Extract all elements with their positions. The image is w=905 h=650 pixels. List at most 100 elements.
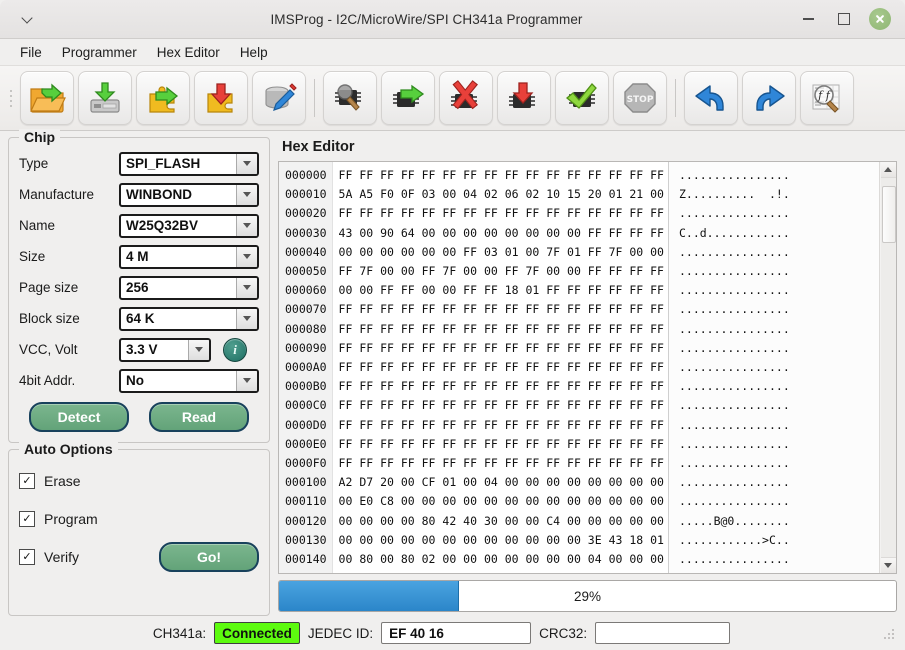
hex-editor-view[interactable]: 000000 000010 000020 000030 000040 000050 0000… (278, 161, 897, 574)
chip-vcc-select[interactable]: 3.3 V (119, 337, 211, 362)
export-button[interactable] (194, 71, 248, 125)
hex-byte-row[interactable]: 00 00 00 00 80 42 40 30 00 00 C4 00 00 0… (339, 512, 664, 531)
hex-ascii-row[interactable]: ................ (679, 166, 879, 185)
read-chip-button[interactable] (381, 71, 435, 125)
hex-ascii-column[interactable]: ................ Z.......... .!..........… (668, 162, 879, 573)
edit-buffer-button[interactable] (252, 71, 306, 125)
hex-byte-row[interactable]: FF 7F 00 00 FF 7F 00 00 FF 7F 00 00 FF F… (339, 262, 664, 281)
program-checkbox[interactable]: ✓ (19, 511, 35, 527)
redo-button[interactable] (742, 71, 796, 125)
hex-byte-row[interactable]: FF FF FF FF FF FF FF FF FF FF FF FF FF F… (339, 435, 664, 454)
hex-ascii-row[interactable]: ................ (679, 569, 879, 573)
chip-4bit-addr-label: 4bit Addr. (19, 373, 76, 388)
menu-help[interactable]: Help (230, 42, 278, 63)
hex-ascii-row[interactable]: .....B@0........ (679, 512, 879, 531)
hex-ascii-row[interactable]: ................ (679, 396, 879, 415)
auto-option-program[interactable]: ✓ Program (19, 500, 259, 538)
verify-chip-button[interactable] (555, 71, 609, 125)
minimize-button[interactable] (797, 8, 819, 30)
chip-manufacture-select[interactable]: WINBOND (119, 182, 259, 207)
hex-ascii-row[interactable]: ................ (679, 473, 879, 492)
toolbar-grip[interactable] (4, 83, 18, 113)
hex-byte-row[interactable]: FF FF FF FF FF FF FF FF FF FF FF FF FF F… (339, 339, 664, 358)
jedec-id-field[interactable]: EF 40 16 (381, 622, 532, 644)
chip-name-select[interactable]: W25Q32BV (119, 213, 259, 238)
chip-type-select[interactable]: SPI_FLASH (119, 151, 259, 176)
menu-programmer[interactable]: Programmer (52, 42, 147, 63)
hex-ascii-row[interactable]: ................ (679, 454, 879, 473)
open-file-button[interactable] (20, 71, 74, 125)
chip-4bit-addr-select[interactable]: No (119, 368, 259, 393)
hex-ascii-row[interactable]: ................ (679, 339, 879, 358)
hex-byte-row[interactable]: 00 80 00 80 02 00 00 00 00 00 00 00 04 0… (339, 550, 664, 569)
scrollbar-track[interactable] (880, 178, 896, 557)
hex-byte-row[interactable]: FF FF FF FF FF FF FF FF FF FF FF FF FF F… (339, 396, 664, 415)
hex-ascii-row[interactable]: ............>C.. (679, 531, 879, 550)
detect-chip-button[interactable] (323, 71, 377, 125)
chip-size-select[interactable]: 4 M (119, 244, 259, 269)
hex-ascii-row[interactable]: ................ (679, 320, 879, 339)
hex-byte-row[interactable]: 00 00 00 00 00 00 FF 03 01 00 7F 01 FF 7… (339, 243, 664, 262)
close-button[interactable] (869, 8, 891, 30)
erase-checkbox[interactable]: ✓ (19, 473, 35, 489)
program-label: Program (44, 511, 98, 527)
hex-byte-row[interactable]: FF FF FF FF FF FF FF FF FF FF FF FF FF F… (339, 204, 664, 223)
hex-byte-row[interactable]: FF FF FF FF FF FF FF FF FF FF FF FF FF F… (339, 454, 664, 473)
find-button[interactable]: f f (800, 71, 854, 125)
hex-byte-row[interactable]: 00 00 00 00 00 00 00 00 00 00 00 00 3E 4… (339, 531, 664, 550)
hex-byte-row[interactable]: 00 00 00 00 FF FF FF FF FF FF FF FF FF F… (339, 569, 664, 573)
hex-byte-row[interactable]: FF FF FF FF FF FF FF FF FF FF FF FF FF F… (339, 166, 664, 185)
erase-chip-button[interactable] (439, 71, 493, 125)
hex-ascii-row[interactable]: ................ (679, 550, 879, 569)
menu-hex-editor[interactable]: Hex Editor (147, 42, 230, 63)
hex-ascii-row[interactable]: ................ (679, 204, 879, 223)
hex-byte-row[interactable]: A2 D7 20 00 CF 01 00 04 00 00 00 00 00 0… (339, 473, 664, 492)
hex-ascii-row[interactable]: ................ (679, 435, 879, 454)
scroll-down-button[interactable] (880, 557, 896, 573)
chip-block-size-select[interactable]: 64 K (119, 306, 259, 331)
hex-ascii-row[interactable]: ................ (679, 243, 879, 262)
hex-byte-row[interactable]: 43 00 90 64 00 00 00 00 00 00 00 00 FF F… (339, 224, 664, 243)
hex-byte-row[interactable]: FF FF FF FF FF FF FF FF FF FF FF FF FF F… (339, 377, 664, 396)
verify-checkbox[interactable]: ✓ (19, 549, 35, 565)
hex-ascii-row[interactable]: ................ (679, 377, 879, 396)
stop-button[interactable]: STOP (613, 71, 667, 125)
hex-ascii-row[interactable]: ................ (679, 492, 879, 511)
hex-ascii-row[interactable]: C..d............ (679, 224, 879, 243)
chip-page-size-select[interactable]: 256 (119, 275, 259, 300)
undo-button[interactable] (684, 71, 738, 125)
redo-icon (756, 85, 785, 111)
window-menu-button[interactable] (0, 13, 56, 25)
scroll-up-button[interactable] (880, 162, 896, 178)
hex-byte-row[interactable]: FF FF FF FF FF FF FF FF FF FF FF FF FF F… (339, 358, 664, 377)
info-icon[interactable]: i (223, 337, 247, 362)
hex-ascii-row[interactable]: ................ (679, 300, 879, 319)
save-file-button[interactable] (78, 71, 132, 125)
hex-byte-row[interactable]: 5A A5 F0 0F 03 00 04 02 06 02 10 15 20 0… (339, 185, 664, 204)
hex-byte-row[interactable]: FF FF FF FF FF FF FF FF FF FF FF FF FF F… (339, 320, 664, 339)
hex-ascii-row[interactable]: ................ (679, 358, 879, 377)
go-button[interactable]: Go! (159, 542, 259, 572)
auto-option-erase[interactable]: ✓ Erase (19, 462, 259, 500)
scrollbar-thumb[interactable] (881, 185, 896, 243)
maximize-button[interactable] (833, 8, 855, 30)
left-panel: Chip Type SPI_FLASH Manufacture WINBOND (8, 129, 270, 616)
hex-byte-row[interactable]: 00 00 FF FF 00 00 FF FF 18 01 FF FF FF F… (339, 281, 664, 300)
hex-byte-row[interactable]: FF FF FF FF FF FF FF FF FF FF FF FF FF F… (339, 300, 664, 319)
hex-ascii-row[interactable]: ................ (679, 416, 879, 435)
detect-button[interactable]: Detect (29, 402, 129, 432)
write-chip-button[interactable] (497, 71, 551, 125)
chip-vcc-value: 3.3 V (126, 342, 158, 357)
hex-byte-row[interactable]: FF FF FF FF FF FF FF FF FF FF FF FF FF F… (339, 416, 664, 435)
hex-ascii-row[interactable]: ................ (679, 281, 879, 300)
hex-vertical-scrollbar[interactable] (879, 162, 896, 573)
import-button[interactable] (136, 71, 190, 125)
crc32-field[interactable] (595, 622, 731, 644)
hex-ascii-row[interactable]: ................ (679, 262, 879, 281)
hex-ascii-row[interactable]: Z.......... .!. (679, 185, 879, 204)
hex-bytes-column[interactable]: FF FF FF FF FF FF FF FF FF FF FF FF FF F… (333, 162, 664, 573)
read-button[interactable]: Read (149, 402, 249, 432)
resize-grip[interactable] (881, 626, 895, 640)
menu-file[interactable]: File (10, 42, 52, 63)
hex-byte-row[interactable]: 00 E0 C8 00 00 00 00 00 00 00 00 00 00 0… (339, 492, 664, 511)
